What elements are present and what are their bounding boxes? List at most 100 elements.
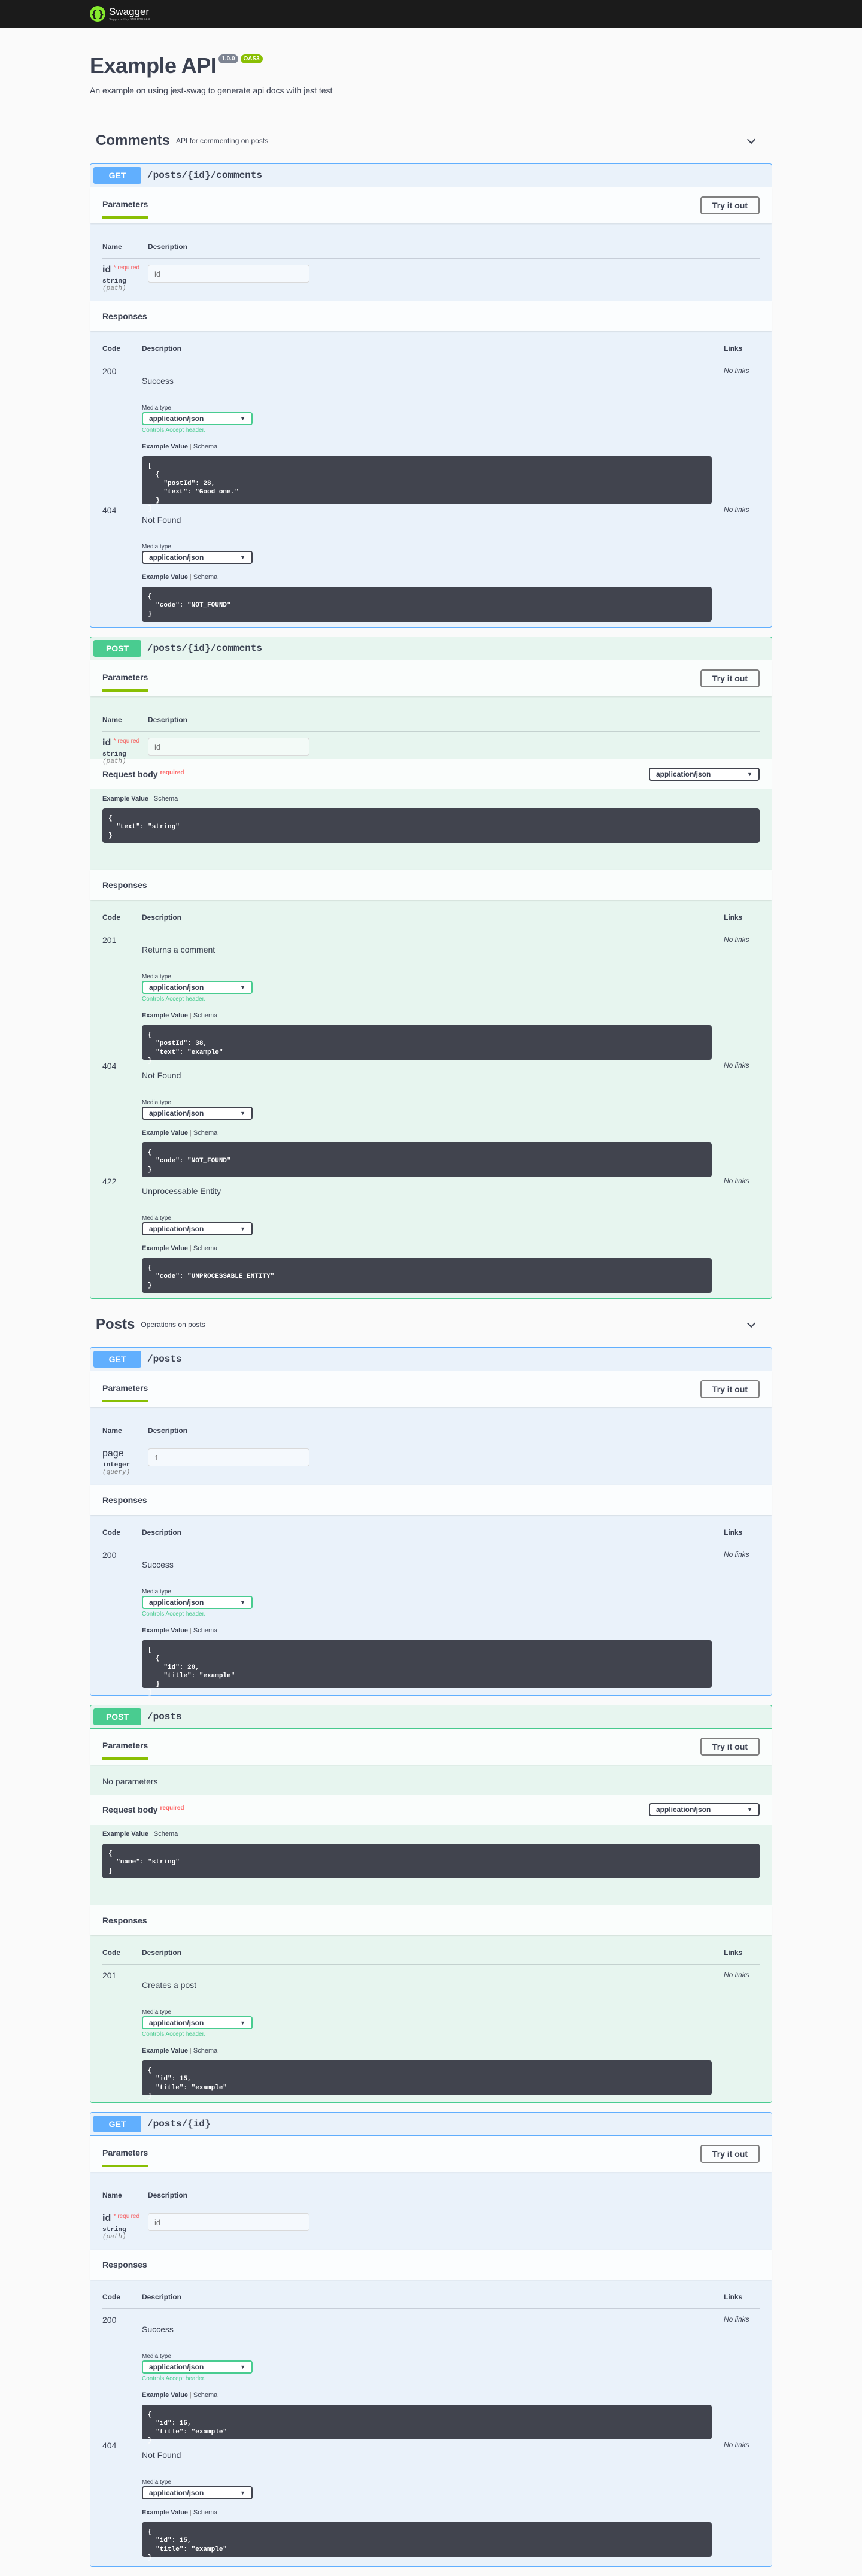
required-mark: required: [160, 1805, 184, 1811]
response-row: 200 Success Media type application/json ▼…: [102, 1544, 760, 1696]
id-input[interactable]: [148, 2213, 309, 2231]
no-links: No links: [724, 2441, 749, 2449]
media-type-label: Media type: [142, 2353, 171, 2360]
try-it-out-button[interactable]: Try it out: [700, 196, 760, 214]
required-mark: * required: [113, 2213, 140, 2220]
media-type-label: Media type: [142, 2479, 171, 2486]
param-in: (path): [102, 2233, 126, 2241]
example-value-tab[interactable]: Example Value: [142, 574, 188, 581]
opblock-summary[interactable]: POST /posts: [90, 1705, 772, 1729]
responses-title: Responses: [102, 1495, 147, 1505]
schema-tab[interactable]: Schema: [193, 2509, 217, 2516]
id-input[interactable]: [148, 265, 309, 283]
controls-accept-note: Controls Accept header.: [142, 1611, 206, 1617]
opblock-summary[interactable]: POST /posts/{id}/comments: [90, 637, 772, 660]
method-badge: POST: [93, 1708, 141, 1725]
response-description: Not Found: [142, 1071, 181, 1080]
tag-comments[interactable]: Comments API for commenting on posts: [90, 124, 772, 157]
media-type-select[interactable]: application/json ▼: [142, 2486, 253, 2499]
schema-tab[interactable]: Schema: [193, 1627, 217, 1634]
required-mark: * required: [113, 265, 140, 271]
brand-name[interactable]: Swagger: [109, 6, 149, 17]
example-value-tab[interactable]: Example Value: [102, 1831, 148, 1838]
responses-title: Responses: [102, 1916, 147, 1925]
endpoint-path: /posts: [147, 1354, 182, 1365]
try-it-out-button[interactable]: Try it out: [700, 669, 760, 687]
media-type-select[interactable]: application/json ▼: [142, 551, 253, 564]
try-it-out-button[interactable]: Try it out: [700, 1738, 760, 1756]
example-value-tab[interactable]: Example Value: [102, 795, 148, 802]
content-type-select[interactable]: application/json ▼: [649, 1803, 760, 1816]
schema-tab[interactable]: Schema: [193, 1012, 217, 1019]
responses-title: Responses: [102, 880, 147, 890]
media-type-select[interactable]: application/json ▼: [142, 2016, 253, 2029]
chevron-down-icon[interactable]: [746, 1319, 760, 1331]
chevron-down-icon[interactable]: [746, 135, 760, 147]
endpoint-path: /posts: [147, 1711, 182, 1722]
schema-tab[interactable]: Schema: [193, 2047, 217, 2054]
example-value-tab[interactable]: Example Value: [142, 2509, 188, 2516]
try-it-out-button[interactable]: Try it out: [700, 2145, 760, 2163]
media-type-select[interactable]: application/json ▼: [142, 1107, 253, 1120]
response-row: 200 Success Media type application/json ▼…: [102, 2309, 760, 2444]
parameters-tab[interactable]: Parameters: [102, 672, 148, 692]
example-code: [ { "id": 20, "title": "example" } ]: [142, 1640, 712, 1696]
col-code: Code: [102, 1948, 120, 1957]
opblock-summary[interactable]: GET /posts/{id}/comments: [90, 164, 772, 187]
example-value-tab[interactable]: Example Value: [142, 443, 188, 450]
col-links: Links: [724, 2293, 743, 2301]
tag-posts[interactable]: Posts Operations on posts: [90, 1308, 772, 1341]
example-code: { "code": "NOT_FOUND" }: [142, 1142, 712, 1177]
parameters-tab[interactable]: Parameters: [102, 199, 148, 219]
media-type-select[interactable]: application/json ▼: [142, 412, 253, 425]
responses-title: Responses: [102, 311, 147, 321]
try-it-out-button[interactable]: Try it out: [700, 1380, 760, 1398]
schema-tab[interactable]: Schema: [154, 795, 178, 802]
no-links: No links: [724, 1061, 749, 1069]
schema-tab[interactable]: Schema: [193, 1245, 217, 1252]
example-value-tab[interactable]: Example Value: [142, 1627, 188, 1634]
schema-tab[interactable]: Schema: [193, 443, 217, 450]
example-value-tab[interactable]: Example Value: [142, 2047, 188, 2054]
example-code: { "postId": 38, "text": "example" }: [142, 1025, 712, 1065]
example-value-tab[interactable]: Example Value: [142, 1012, 188, 1019]
response-row: 201 Returns a comment Media type applica…: [102, 929, 760, 1065]
example-tabs: Example Value | Schema: [142, 1012, 218, 1019]
example-code: { "id": 15, "title": "example" }: [142, 2060, 712, 2100]
media-type-select[interactable]: application/json ▼: [142, 2360, 253, 2374]
endpoint-path: /posts/{id}/comments: [147, 643, 263, 654]
swagger-logo-icon[interactable]: {}: [90, 6, 105, 22]
opblock-summary[interactable]: GET /posts/{id}: [90, 2113, 772, 2136]
id-input[interactable]: [148, 738, 309, 756]
responses-table: Code Description Links 200 Success Media t…: [90, 331, 772, 627]
page-input[interactable]: [148, 1448, 309, 1466]
method-badge: GET: [93, 1351, 141, 1368]
example-value-tab[interactable]: Example Value: [142, 1245, 188, 1252]
opblock-summary[interactable]: GET /posts: [90, 1348, 772, 1371]
example-tabs: Example Value | Schema: [102, 795, 178, 802]
method-badge: GET: [93, 167, 141, 184]
example-code: { "code": "UNPROCESSABLE_ENTITY" }: [142, 1258, 712, 1293]
media-type-select[interactable]: application/json ▼: [142, 981, 253, 994]
schema-tab[interactable]: Schema: [154, 1831, 178, 1838]
responses-title: Responses: [102, 2260, 147, 2269]
col-links: Links: [724, 344, 743, 353]
media-type-select[interactable]: application/json ▼: [142, 1222, 253, 1235]
media-type-select[interactable]: application/json ▼: [142, 1596, 253, 1609]
example-value-tab[interactable]: Example Value: [142, 1129, 188, 1137]
parameters-tab[interactable]: Parameters: [102, 1383, 148, 1402]
controls-accept-note: Controls Accept header.: [142, 996, 206, 1002]
parameters-header: Parameters Try it out: [90, 187, 772, 223]
parameters-tab[interactable]: Parameters: [102, 2148, 148, 2167]
content-type-select[interactable]: application/json ▼: [649, 768, 760, 781]
schema-tab[interactable]: Schema: [193, 574, 217, 581]
schema-tab[interactable]: Schema: [193, 1129, 217, 1137]
col-name: Name: [102, 243, 122, 251]
col-description: Description: [142, 344, 182, 353]
example-value-tab[interactable]: Example Value: [142, 2392, 188, 2399]
param-name: id: [102, 2213, 111, 2223]
parameters-tab[interactable]: Parameters: [102, 1741, 148, 1760]
schema-tab[interactable]: Schema: [193, 2392, 217, 2399]
example-code: { "id": 15, "title": "example" }: [142, 2522, 712, 2562]
col-name: Name: [102, 1426, 122, 1435]
